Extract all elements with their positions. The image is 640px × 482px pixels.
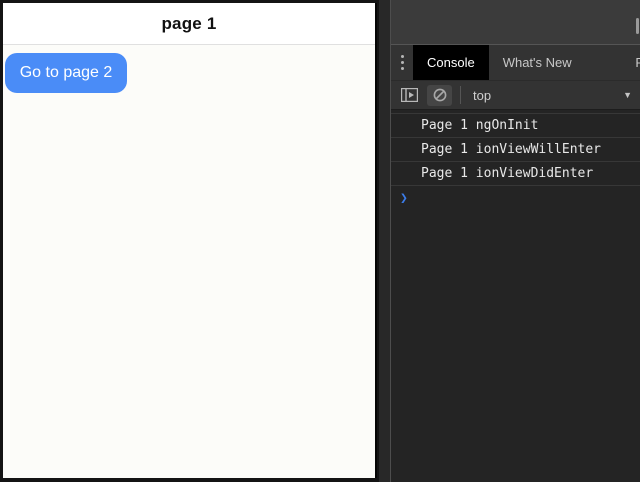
chevron-down-icon[interactable]: ▼ bbox=[623, 90, 632, 100]
devtools-panel: Console What's New P bbox=[390, 0, 640, 482]
tab-whats-new[interactable]: What's New bbox=[489, 45, 586, 80]
clear-console-icon[interactable] bbox=[427, 85, 452, 106]
devtools-tab-bar: Console What's New P bbox=[391, 45, 640, 80]
tab-partial-right-label: P bbox=[635, 55, 640, 70]
go-to-page-2-button[interactable]: Go to page 2 bbox=[5, 53, 127, 93]
console-log-row[interactable]: Page 1 ionViewDidEnter bbox=[391, 162, 640, 186]
console-prompt-icon: ❯ bbox=[400, 191, 408, 206]
app-header: page 1 bbox=[3, 3, 375, 45]
window-divider bbox=[379, 0, 390, 482]
tab-console[interactable]: Console bbox=[413, 45, 489, 80]
kebab-menu-icon[interactable] bbox=[391, 45, 413, 80]
frame-context-selector[interactable]: top bbox=[473, 88, 491, 103]
console-sidebar-toggle-icon[interactable] bbox=[399, 85, 419, 105]
toolbar-divider bbox=[460, 86, 461, 104]
tab-whats-new-label: What's New bbox=[503, 55, 572, 70]
scrollbar-thumb[interactable] bbox=[636, 18, 639, 34]
app-preview-frame: page 1 Go to page 2 bbox=[0, 0, 390, 482]
console-log-row[interactable]: Page 1 ionViewWillEnter bbox=[391, 138, 640, 162]
go-to-page-2-button-label: Go to page 2 bbox=[20, 64, 113, 82]
tab-partial-right[interactable]: P bbox=[635, 45, 640, 80]
screenshot-root: page 1 Go to page 2 Console What's New bbox=[0, 0, 640, 482]
page-title: page 1 bbox=[161, 14, 216, 34]
tab-console-label: Console bbox=[427, 55, 475, 70]
console-input-row[interactable]: ❯ bbox=[391, 186, 640, 210]
devtools-top-strip bbox=[391, 0, 640, 45]
console-log-row[interactable]: Page 1 ngOnInit bbox=[391, 113, 640, 138]
console-messages-area: Page 1 ngOnInit Page 1 ionViewWillEnter … bbox=[391, 110, 640, 210]
console-toolbar: top ▼ bbox=[391, 80, 640, 110]
app-viewport: page 1 Go to page 2 bbox=[3, 3, 377, 478]
